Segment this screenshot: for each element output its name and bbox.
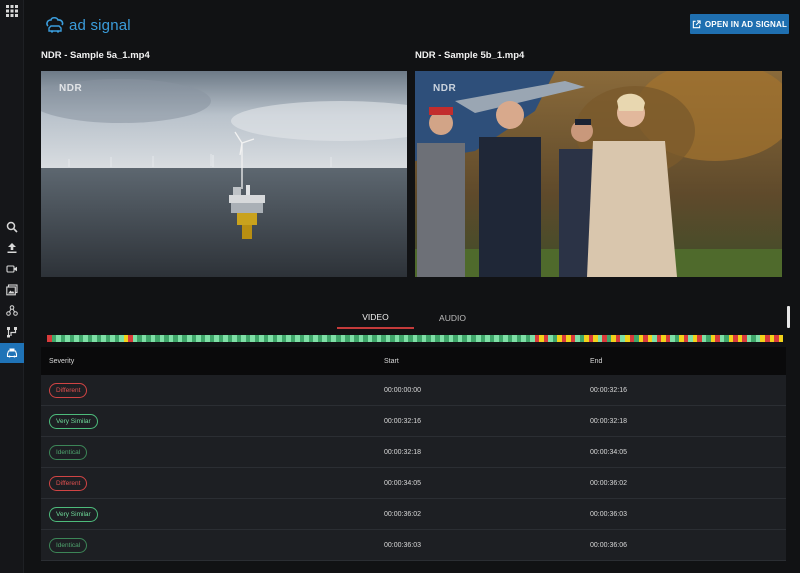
- open-in-ad-signal-button[interactable]: OPEN IN AD SIGNAL: [690, 14, 789, 34]
- apps-grid-icon[interactable]: [0, 1, 24, 21]
- tab-audio[interactable]: AUDIO: [414, 307, 491, 329]
- table-row[interactable]: Very Similar 00:00:32:16 00:00:32:18: [41, 406, 786, 437]
- video-b-title: NDR - Sample 5b_1.mp4: [415, 50, 525, 61]
- header-severity[interactable]: Severity: [41, 358, 384, 365]
- start-cell: 00:00:32:16: [384, 417, 421, 425]
- end-cell: 00:00:36:03: [590, 510, 627, 518]
- severity-badge: Very Similar: [49, 506, 98, 522]
- upload-icon[interactable]: [0, 238, 24, 258]
- end-cell: 00:00:36:06: [590, 541, 627, 549]
- video-frame-officials-walking: [415, 71, 782, 277]
- video-a-title: NDR - Sample 5a_1.mp4: [41, 50, 150, 61]
- severity-badge: Identical: [49, 537, 88, 553]
- search-icon[interactable]: [0, 217, 24, 237]
- severity-cell: Different: [41, 475, 384, 491]
- table-row[interactable]: Different 00:00:00:00 00:00:32:16: [41, 375, 786, 406]
- severity-timeline[interactable]: [47, 335, 784, 342]
- match-car-icon[interactable]: [0, 343, 24, 363]
- image-library-icon[interactable]: [0, 280, 24, 300]
- video-frame-offshore-platform: [41, 71, 407, 277]
- sidebar: [0, 0, 24, 573]
- start-cell: 00:00:36:03: [384, 541, 421, 549]
- external-link-icon: [692, 19, 701, 28]
- severity-badge: Identical: [49, 444, 88, 460]
- end-cell: 00:00:32:18: [590, 417, 627, 425]
- start-cell: 00:00:00:00: [384, 386, 421, 394]
- video-player-a[interactable]: NDR: [41, 71, 407, 277]
- severity-cell: Very Similar: [41, 413, 384, 429]
- video-b-watermark: NDR: [433, 83, 457, 94]
- severity-cell: Very Similar: [41, 506, 384, 522]
- molecule-icon[interactable]: [0, 301, 24, 321]
- scrollbar-thumb[interactable]: [787, 306, 790, 328]
- start-cell: 00:00:34:05: [384, 479, 421, 487]
- severity-badge: Very Similar: [49, 413, 98, 429]
- table-row[interactable]: Identical 00:00:32:18 00:00:34:05: [41, 437, 786, 468]
- severity-cell: Identical: [41, 444, 384, 460]
- logo-text: ad signal: [69, 16, 131, 34]
- severity-badge: Different: [49, 475, 88, 491]
- logo-icon: [46, 16, 64, 33]
- start-cell: 00:00:32:18: [384, 448, 421, 456]
- app-logo[interactable]: ad signal: [45, 13, 131, 37]
- end-cell: 00:00:32:16: [590, 386, 627, 394]
- severity-badge: Different: [49, 382, 88, 398]
- start-cell: 00:00:36:02: [384, 510, 421, 518]
- video-camera-icon[interactable]: [0, 259, 24, 279]
- video-player-b[interactable]: NDR: [415, 71, 782, 277]
- header-end[interactable]: End: [590, 358, 786, 365]
- compare-icon[interactable]: [0, 322, 24, 342]
- table-row[interactable]: Identical 00:00:36:03 00:00:36:06: [41, 530, 786, 561]
- video-a-watermark: NDR: [59, 83, 83, 94]
- table-header: Severity Start End: [41, 347, 786, 375]
- header-start[interactable]: Start: [384, 358, 590, 365]
- end-cell: 00:00:36:02: [590, 479, 627, 487]
- end-cell: 00:00:34:05: [590, 448, 627, 456]
- severity-cell: Identical: [41, 537, 384, 553]
- media-tabs: VIDEO AUDIO: [337, 307, 491, 329]
- table-row[interactable]: Different 00:00:34:05 00:00:36:02: [41, 468, 786, 499]
- severity-cell: Different: [41, 382, 384, 398]
- table-row[interactable]: Very Similar 00:00:36:02 00:00:36:03: [41, 499, 786, 530]
- tab-video[interactable]: VIDEO: [337, 307, 414, 329]
- results-table: Severity Start End Different 00:00:00:00 0…: [41, 347, 786, 561]
- timeline-segment-warning[interactable]: [778, 335, 784, 342]
- table-body: Different 00:00:00:00 00:00:32:16 Very Simi…: [41, 375, 786, 561]
- open-in-ad-signal-label: OPEN IN AD SIGNAL: [704, 19, 788, 29]
